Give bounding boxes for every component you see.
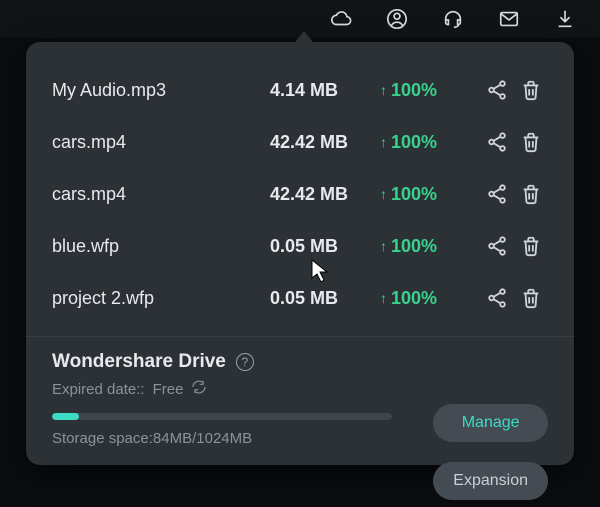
upload-arrow-icon: ↑: [380, 238, 387, 254]
file-progress: ↑ 100%: [380, 132, 480, 153]
file-row: cars.mp442.42 MB↑ 100%: [52, 168, 548, 220]
file-progress: ↑ 100%: [380, 288, 480, 309]
file-name: project 2.wfp: [52, 288, 270, 309]
file-row: My Audio.mp34.14 MB↑ 100%: [52, 64, 548, 116]
share-icon[interactable]: [480, 131, 514, 153]
mail-icon[interactable]: [498, 8, 520, 30]
file-progress: ↑ 100%: [380, 80, 480, 101]
file-row: blue.wfp0.05 MB↑ 100%: [52, 220, 548, 272]
popover-arrow: [295, 31, 313, 42]
side-buttons: Manage Expansion: [433, 404, 548, 500]
upload-arrow-icon: ↑: [380, 186, 387, 202]
trash-icon[interactable]: [514, 131, 548, 153]
download-icon[interactable]: [554, 8, 576, 30]
refresh-icon[interactable]: [191, 379, 207, 399]
file-name: cars.mp4: [52, 132, 270, 153]
file-progress: ↑ 100%: [380, 184, 480, 205]
trash-icon[interactable]: [514, 235, 548, 257]
file-row: cars.mp442.42 MB↑ 100%: [52, 116, 548, 168]
trash-icon[interactable]: [514, 79, 548, 101]
cloud-icon[interactable]: [330, 8, 352, 30]
expansion-button[interactable]: Expansion: [433, 462, 548, 500]
share-icon[interactable]: [480, 183, 514, 205]
drive-title: Wondershare Drive: [52, 351, 226, 373]
upload-arrow-icon: ↑: [380, 134, 387, 150]
cloud-panel: My Audio.mp34.14 MB↑ 100%cars.mp442.42 M…: [26, 42, 574, 465]
file-row: project 2.wfp0.05 MB↑ 100%: [52, 272, 548, 324]
expired-label: Expired date::: [52, 381, 145, 398]
manage-button[interactable]: Manage: [433, 404, 548, 442]
file-size: 42.42 MB: [270, 184, 380, 205]
mouse-cursor: [310, 258, 330, 289]
file-size: 42.42 MB: [270, 132, 380, 153]
file-progress: ↑ 100%: [380, 236, 480, 257]
trash-icon[interactable]: [514, 183, 548, 205]
profile-icon[interactable]: [386, 8, 408, 30]
file-name: cars.mp4: [52, 184, 270, 205]
help-icon[interactable]: ?: [236, 353, 254, 371]
share-icon[interactable]: [480, 287, 514, 309]
headset-icon[interactable]: [442, 8, 464, 30]
storage-bar: [52, 413, 392, 420]
trash-icon[interactable]: [514, 287, 548, 309]
file-name: blue.wfp: [52, 236, 270, 257]
expired-value: Free: [153, 381, 184, 398]
file-size: 0.05 MB: [270, 236, 380, 257]
share-icon[interactable]: [480, 79, 514, 101]
file-list: My Audio.mp34.14 MB↑ 100%cars.mp442.42 M…: [26, 64, 574, 324]
file-size: 4.14 MB: [270, 80, 380, 101]
upload-arrow-icon: ↑: [380, 82, 387, 98]
file-size: 0.05 MB: [270, 288, 380, 309]
share-icon[interactable]: [480, 235, 514, 257]
upload-arrow-icon: ↑: [380, 290, 387, 306]
storage-bar-fill: [52, 413, 79, 420]
file-name: My Audio.mp3: [52, 80, 270, 101]
